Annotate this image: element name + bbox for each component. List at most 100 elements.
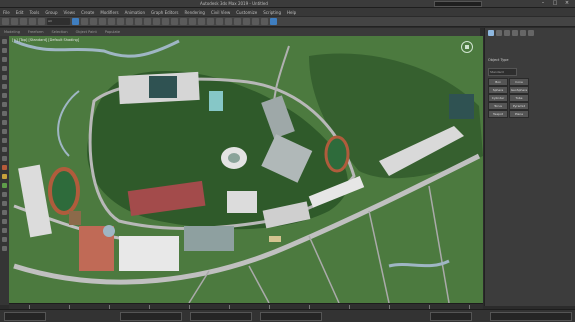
plane-button[interactable]: Plane: [509, 110, 529, 118]
tool-snap-icon[interactable]: [2, 228, 7, 233]
selection-filter-dropdown[interactable]: All: [47, 18, 70, 25]
curve-editor-icon[interactable]: [225, 18, 232, 25]
material-editor-icon[interactable]: [243, 18, 250, 25]
tool-select-icon[interactable]: [2, 39, 7, 44]
align-icon[interactable]: [198, 18, 205, 25]
undo-icon[interactable]: [2, 18, 9, 25]
create-tab-icon[interactable]: [488, 30, 494, 36]
tool-text-icon[interactable]: [2, 120, 7, 125]
render-setup-icon[interactable]: [252, 18, 259, 25]
menu-rendering[interactable]: Rendering: [182, 10, 208, 15]
rectangular-selection-icon[interactable]: [90, 18, 97, 25]
close-button[interactable]: ×: [561, 0, 573, 7]
select-move-icon[interactable]: [108, 18, 115, 25]
placement-icon[interactable]: [135, 18, 142, 25]
select-rotate-icon[interactable]: [117, 18, 124, 25]
maxscript-listener-field[interactable]: [4, 312, 46, 321]
render-icon[interactable]: [270, 18, 277, 25]
layer-explorer-icon[interactable]: [216, 18, 223, 25]
percent-snap-icon[interactable]: [180, 18, 187, 25]
display-tab-icon[interactable]: [520, 30, 526, 36]
redo-icon[interactable]: [11, 18, 18, 25]
torus-button[interactable]: Torus: [488, 102, 508, 110]
tool-render-icon[interactable]: [2, 219, 7, 224]
tool-helper-icon[interactable]: [2, 147, 7, 152]
menu-tools[interactable]: Tools: [26, 10, 42, 15]
menu-scripting[interactable]: Scripting: [260, 10, 284, 15]
modify-tab-icon[interactable]: [496, 30, 502, 36]
menu-help[interactable]: Help: [284, 10, 299, 15]
menu-views[interactable]: Views: [61, 10, 79, 15]
bind-space-warp-icon[interactable]: [38, 18, 45, 25]
motion-tab-icon[interactable]: [512, 30, 518, 36]
sphere-button[interactable]: Sphere: [488, 86, 508, 94]
tool-spacewarp-icon[interactable]: [2, 156, 7, 161]
viewcube-icon[interactable]: [461, 41, 473, 53]
menu-graph-editors[interactable]: Graph Editors: [148, 10, 181, 15]
reference-coordinate-icon[interactable]: [144, 18, 151, 25]
scene-explorer-icon[interactable]: [207, 18, 214, 25]
select-scale-icon[interactable]: [126, 18, 133, 25]
tool-cylinder-icon[interactable]: [2, 93, 7, 98]
tool-line-icon[interactable]: [2, 111, 7, 116]
angle-snap-icon[interactable]: [171, 18, 178, 25]
link-icon[interactable]: [20, 18, 27, 25]
schematic-view-icon[interactable]: [234, 18, 241, 25]
tool-hierarchy-icon[interactable]: [2, 192, 7, 197]
menu-file[interactable]: File: [0, 10, 13, 15]
utilities-tab-icon[interactable]: [528, 30, 534, 36]
snaps-toggle-icon[interactable]: [162, 18, 169, 25]
ribbon-tab-selection[interactable]: Selection: [48, 30, 72, 34]
tool-display-icon[interactable]: [2, 201, 7, 206]
box-button[interactable]: Box: [488, 78, 508, 86]
coordinate-z-field[interactable]: [260, 312, 322, 321]
tool-light-icon[interactable]: [2, 138, 7, 143]
hierarchy-tab-icon[interactable]: [504, 30, 510, 36]
coordinate-y-field[interactable]: [190, 312, 252, 321]
tool-sphere-icon[interactable]: [2, 84, 7, 89]
ribbon-tab-freeform[interactable]: Freeform: [24, 30, 48, 34]
cylinder-button[interactable]: Cylinder: [488, 94, 508, 102]
maximize-button[interactable]: □: [549, 0, 561, 7]
tool-scale-icon[interactable]: [2, 66, 7, 71]
tool-rotate-icon[interactable]: [2, 57, 7, 62]
teapot-button[interactable]: Teapot: [488, 110, 508, 118]
tool-utilities-icon[interactable]: [2, 210, 7, 215]
select-by-name-icon[interactable]: [81, 18, 88, 25]
ribbon-tab-object-paint[interactable]: Object Paint: [72, 30, 101, 34]
coordinate-x-field[interactable]: [120, 312, 182, 321]
pivot-center-icon[interactable]: [153, 18, 160, 25]
pyramid-button[interactable]: Pyramid: [509, 102, 529, 110]
window-crossing-icon[interactable]: [99, 18, 106, 25]
playback-controls[interactable]: [490, 312, 572, 321]
menu-animation[interactable]: Animation: [122, 10, 148, 15]
minimize-button[interactable]: –: [537, 0, 549, 7]
tool-material-icon[interactable]: [2, 174, 7, 179]
viewport-label[interactable]: [+] [Top] [Standard] [Default Shading]: [12, 38, 79, 42]
tube-button[interactable]: Tube: [509, 94, 529, 102]
tool-paint-icon[interactable]: [2, 165, 7, 170]
menu-create[interactable]: Create: [78, 10, 97, 15]
cone-button[interactable]: Cone: [509, 78, 529, 86]
menu-group[interactable]: Group: [42, 10, 60, 15]
unlink-icon[interactable]: [29, 18, 36, 25]
rendered-frame-icon[interactable]: [261, 18, 268, 25]
ribbon-tab-modeling[interactable]: Modeling: [0, 30, 24, 34]
mirror-icon[interactable]: [189, 18, 196, 25]
tool-grid-icon[interactable]: [2, 237, 7, 242]
frame-field[interactable]: [430, 312, 472, 321]
geosphere-button[interactable]: GeoSphere: [509, 86, 529, 94]
menu-modifiers[interactable]: Modifiers: [97, 10, 121, 15]
tool-plane-icon[interactable]: [2, 102, 7, 107]
tool-camera-icon[interactable]: [2, 129, 7, 134]
tool-measure-icon[interactable]: [2, 246, 7, 251]
tool-populate-icon[interactable]: [2, 183, 7, 188]
category-dropdown[interactable]: Standard: [488, 68, 517, 76]
menu-edit[interactable]: Edit: [13, 10, 27, 15]
tool-move-icon[interactable]: [2, 48, 7, 53]
menu-civil-view[interactable]: Civil View: [208, 10, 233, 15]
select-object-icon[interactable]: [72, 18, 79, 25]
top-viewport[interactable]: [+] [Top] [Standard] [Default Shading]: [9, 36, 483, 303]
tool-box-icon[interactable]: [2, 75, 7, 80]
menu-customize[interactable]: Customize: [233, 10, 260, 15]
